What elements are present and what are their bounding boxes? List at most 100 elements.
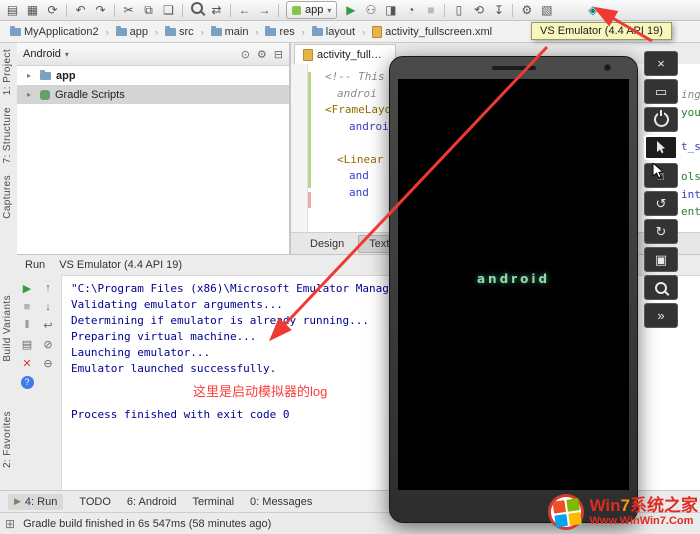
run-config-combo[interactable]: app ▾ bbox=[286, 1, 337, 19]
back-icon[interactable]: ← bbox=[235, 2, 254, 19]
vs-emulator-icon[interactable]: ◈ bbox=[583, 2, 602, 19]
breadcrumb-item-file[interactable]: activity_fullscreen.xml bbox=[368, 25, 496, 39]
tab-label: 0: Messages bbox=[250, 496, 312, 508]
locate-icon[interactable]: ⊙ bbox=[241, 48, 250, 61]
cut-icon[interactable]: ✂ bbox=[119, 2, 138, 19]
project-structure-icon[interactable]: ▧ bbox=[537, 2, 556, 19]
main-toolbar: ▤ ▦ ⟳ ↶ ↷ ✂ ⧉ ❏ ⇄ ← → app ▾ ▶ ⚇ ◨ ◔ ■ ▯ … bbox=[0, 0, 700, 21]
up-arrow-icon[interactable]: ↑ bbox=[45, 282, 51, 295]
project-panel: Android ▾ ⊙ ⚙ ⊟ ▸ app ▸ Gradle Scripts bbox=[17, 43, 290, 254]
pause-output-button[interactable]: ‖ bbox=[25, 319, 30, 332]
expand-arrow-icon[interactable]: ▸ bbox=[27, 90, 35, 99]
chevron-right-icon: › bbox=[200, 27, 205, 37]
emulator-close-button[interactable]: × bbox=[644, 51, 678, 76]
breadcrumb-item-res[interactable]: res bbox=[261, 25, 298, 39]
breadcrumb-item-main[interactable]: main bbox=[207, 25, 253, 39]
console-icon[interactable]: ▤ bbox=[22, 338, 32, 351]
folder-icon bbox=[116, 28, 127, 36]
project-view-selector[interactable]: Android bbox=[23, 48, 61, 60]
profiler-button[interactable]: ◔ bbox=[401, 2, 420, 19]
emulator-window[interactable]: android bbox=[389, 56, 638, 523]
watermark: Win7系统之家 Www.WinWin7.Com bbox=[548, 494, 698, 530]
run-panel-title: Run bbox=[25, 259, 45, 271]
run-panel-toolbar: ▶ ↑ ■ ↓ ‖ ↩ ▤ ⊘ ✕ ⊖ ? bbox=[17, 275, 62, 490]
emulator-rotate-right-button[interactable]: ↻ bbox=[644, 219, 678, 244]
run-button[interactable]: ▶ bbox=[341, 2, 360, 19]
search-icon bbox=[191, 2, 203, 14]
tool-tab-structure[interactable]: 7: Structure bbox=[2, 107, 13, 164]
close-icon[interactable]: ✕ bbox=[22, 357, 31, 370]
breadcrumb-label: app bbox=[130, 26, 148, 38]
toolwindow-toggle-icon[interactable]: ⊞ bbox=[5, 517, 15, 531]
toolbar-tab-messages[interactable]: 0: Messages bbox=[250, 496, 312, 508]
tree-item-app[interactable]: ▸ app bbox=[17, 66, 289, 85]
tab-label: 6: Android bbox=[127, 496, 177, 508]
breadcrumb-item-src[interactable]: src bbox=[161, 25, 198, 39]
emulator-zoom-button[interactable] bbox=[644, 275, 678, 300]
copy-icon[interactable]: ⧉ bbox=[139, 2, 158, 19]
redo-icon[interactable]: ↷ bbox=[91, 2, 110, 19]
emulator-power-button[interactable] bbox=[644, 107, 678, 132]
emulator-cursor-button[interactable] bbox=[644, 135, 678, 160]
clear-output-icon[interactable]: ⊘ bbox=[43, 338, 52, 351]
rerun-button[interactable]: ▶ bbox=[23, 282, 31, 295]
emulator-more-button[interactable]: » bbox=[644, 303, 678, 328]
code-fragment: yout" bbox=[681, 106, 700, 119]
emulator-minimize-button[interactable]: ▭ bbox=[644, 79, 678, 104]
down-arrow-icon[interactable]: ↓ bbox=[45, 301, 51, 313]
sync-icon[interactable]: ⟳ bbox=[43, 2, 62, 19]
gear-icon[interactable]: ⚙ bbox=[257, 48, 267, 61]
tab-design[interactable]: Design bbox=[299, 235, 355, 253]
toolbar-tab-todo[interactable]: TODO bbox=[79, 496, 111, 508]
zoom-icon bbox=[655, 282, 667, 294]
toolbar-tab-run[interactable]: ▶ 4: Run bbox=[8, 494, 63, 510]
forward-icon[interactable]: → bbox=[255, 2, 274, 19]
android-boot-logo: android bbox=[398, 272, 629, 286]
save-all-icon[interactable]: ▦ bbox=[23, 2, 42, 19]
toolbar-tab-terminal[interactable]: Terminal bbox=[192, 496, 234, 508]
soft-wrap-icon[interactable]: ↩ bbox=[43, 319, 52, 332]
find-icon[interactable] bbox=[187, 2, 206, 19]
cursor-arrow-icon bbox=[656, 141, 667, 154]
emulator-fit-button[interactable]: ▣ bbox=[644, 247, 678, 272]
toolbar-tab-android[interactable]: 6: Android bbox=[127, 496, 177, 508]
paste-icon[interactable]: ❏ bbox=[159, 2, 178, 19]
gradle-icon bbox=[40, 90, 50, 100]
emulator-screen[interactable]: android bbox=[398, 79, 629, 490]
tool-tab-project[interactable]: 1: Project bbox=[2, 49, 13, 95]
gradle-sync-icon[interactable]: ⟲ bbox=[469, 2, 488, 19]
tree-item-gradle-scripts[interactable]: ▸ Gradle Scripts bbox=[17, 85, 289, 104]
emulator-rotate-left-button[interactable]: ↺ bbox=[644, 191, 678, 216]
sdk-manager-icon[interactable]: ↧ bbox=[489, 2, 508, 19]
tool-tab-favorites[interactable]: 2: Favorites bbox=[2, 411, 13, 468]
chevron-right-icon: › bbox=[301, 27, 306, 37]
coverage-button[interactable]: ◨ bbox=[381, 2, 400, 19]
debug-button[interactable]: ⚇ bbox=[361, 2, 380, 19]
module-folder-icon bbox=[40, 72, 51, 80]
settings-gear-icon[interactable]: ⚙ bbox=[517, 2, 536, 19]
code-fragment: t_s bbox=[681, 140, 700, 153]
android-studio-window: ▤ ▦ ⟳ ↶ ↷ ✂ ⧉ ❏ ⇄ ← → app ▾ ▶ ⚇ ◨ ◔ ■ ▯ … bbox=[0, 0, 700, 534]
stop-button: ■ bbox=[421, 2, 440, 19]
replace-icon[interactable]: ⇄ bbox=[207, 2, 226, 19]
run-config-tab[interactable]: VS Emulator (4.4 API 19) bbox=[59, 259, 182, 271]
editor-tab-activity-fullscreen[interactable]: activity_fullscreen.xml bbox=[294, 44, 396, 64]
tool-tab-captures[interactable]: Captures bbox=[2, 175, 13, 219]
help-icon[interactable]: ? bbox=[21, 376, 34, 389]
breadcrumb-item-project[interactable]: MyApplication2 bbox=[6, 25, 103, 39]
xml-file-icon bbox=[303, 49, 313, 61]
folder-icon bbox=[165, 28, 176, 36]
breadcrumb-item-layout[interactable]: layout bbox=[308, 25, 359, 39]
expand-arrow-icon[interactable]: ▸ bbox=[27, 71, 35, 80]
breadcrumb-item-app[interactable]: app bbox=[112, 25, 152, 39]
gc-trash-icon[interactable]: ⊖ bbox=[43, 357, 52, 370]
avd-manager-icon[interactable]: ▯ bbox=[449, 2, 468, 19]
tool-tab-build-variants[interactable]: Build Variants bbox=[2, 295, 13, 362]
toolbar-separator bbox=[230, 4, 231, 17]
tab-label: 4: Run bbox=[25, 496, 57, 508]
undo-icon[interactable]: ↶ bbox=[71, 2, 90, 19]
breadcrumb-label: layout bbox=[326, 26, 355, 38]
open-icon[interactable]: ▤ bbox=[3, 2, 22, 19]
change-marker-pink bbox=[308, 192, 311, 208]
hide-panel-icon[interactable]: ⊟ bbox=[274, 48, 283, 61]
